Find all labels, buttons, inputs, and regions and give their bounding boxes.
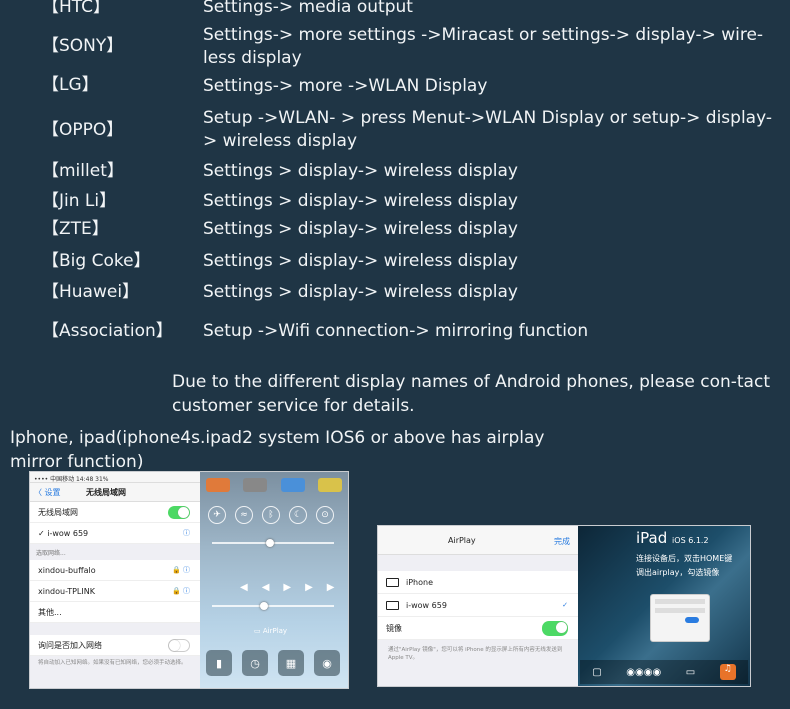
other-network-row[interactable]: 其他... (30, 602, 200, 623)
monitor-icon (386, 600, 399, 610)
camera-icon[interactable]: ◉ (314, 650, 340, 676)
ipad-brand: iPad iOS 6.1.2 (636, 529, 709, 547)
brand-label: 【Huawei】 (42, 282, 140, 302)
other-label: 其他... (38, 607, 62, 617)
app-icons-row (206, 478, 342, 496)
media-controls-icon[interactable]: ◉◉◉◉ (626, 667, 661, 678)
music-app-icon[interactable]: ♫ (719, 664, 736, 680)
wlan-label: 无线局域网 (38, 507, 78, 517)
volume-knob[interactable] (260, 602, 268, 610)
android-note: Due to the different display names of An… (172, 372, 770, 416)
ipad-home-screen: iPad iOS 6.1.2 连接设备后，双击HOME键 调出airplay，勾… (578, 526, 750, 686)
dock-bar: ▢ ◉◉◉◉ ▭ ♫ (580, 660, 748, 684)
nav-bar: 〈 设置 无线局域网 (30, 483, 200, 502)
airplay-label: AirPlay (262, 627, 288, 635)
instruction-text: Settings > display-> wireless display (203, 161, 518, 181)
checkmark-icon: ✓ (562, 601, 568, 609)
status-bar: •••• 中国移动 14:48 31% (30, 472, 200, 483)
instruction-text: Setup ->Wifi connection-> mirroring func… (203, 321, 589, 341)
flashlight-icon[interactable]: ▮ (206, 650, 232, 676)
instruction-text: Settings > display-> wireless display (203, 282, 518, 302)
wifi-settings-screen: •••• 中国移动 14:48 31% 〈 设置 无线局域网 无线局域网 ✓ i… (30, 472, 200, 688)
wlan-toggle[interactable] (168, 505, 190, 519)
ask-join-toggle[interactable] (168, 638, 190, 652)
mirroring-hint: 通过"AirPlay 镜像"，您可以将 iPhone 的显示屏上所有内容无线发送… (388, 647, 563, 661)
brand-label: 【Big Coke】 (42, 251, 151, 271)
device-label: i-wow 659 (406, 600, 447, 610)
network-label: xindou-buffalo (38, 565, 96, 575)
brightness-knob[interactable] (266, 539, 274, 547)
instruction-text: Settings > display-> wireless display (203, 251, 518, 271)
mirroring-label: 镜像 (386, 623, 402, 633)
popup-toggle (685, 617, 699, 623)
network-row[interactable]: xindou-TPLINK 🔒 ⓘ (30, 581, 200, 602)
app-icon (206, 478, 230, 492)
connected-network-label: ✓ i-wow 659 (38, 528, 89, 538)
brand-label: 【HTC】 (42, 0, 111, 17)
instruction-text: Settings > display-> wireless display (203, 191, 518, 211)
ipad-screenshot: AirPlay 完成 iPhone i-wow 659 ✓ 镜像 通过"AirP… (378, 526, 750, 686)
instruction-text: Settings-> media output (203, 0, 413, 17)
network-section-header: 选取网络... (30, 544, 200, 560)
brand-label: 【Jin Li】 (42, 191, 117, 211)
back-button[interactable]: 〈 设置 (34, 487, 86, 498)
ask-join-row: 询问是否加入网络 (30, 635, 200, 656)
brand-label: 【LG】 (42, 75, 99, 95)
brand-label: 【ZTE】 (42, 219, 109, 239)
popup-line (655, 608, 705, 613)
instruction-text: Settings-> more ->WLAN Display (203, 76, 488, 96)
info-icon[interactable]: ⓘ (183, 528, 190, 538)
connected-network-row[interactable]: ✓ i-wow 659 ⓘ (30, 523, 200, 544)
nav-title: 无线局域网 (86, 487, 126, 497)
device-label: iPhone (406, 577, 434, 587)
spacer (378, 555, 578, 571)
network-label: xindou-TPLINK (38, 586, 95, 596)
brand-label: 【SONY】 (42, 36, 124, 56)
airplay-icon: ▭ (254, 627, 261, 635)
calculator-icon[interactable]: ▦ (278, 650, 304, 676)
instruction-text: Settings > display-> wireless display (203, 219, 518, 239)
wifi-signal-icon: 🔒 ⓘ (172, 566, 190, 574)
app-switcher-icon[interactable]: ▢ (592, 667, 601, 678)
app-icon (243, 478, 268, 492)
instruction-text: Settings-> more settings ->Miracast or s… (203, 25, 764, 68)
brand-label: 【millet】 (42, 161, 124, 181)
volume-slider[interactable] (212, 605, 334, 607)
spacer (30, 623, 200, 635)
airplane-mode-icon[interactable]: ✈ (208, 506, 226, 524)
ask-join-label: 询问是否加入网络 (38, 640, 102, 650)
monitor-icon (386, 577, 399, 587)
brand-label: 【Association】 (42, 321, 173, 341)
ask-join-note: 将自动加入已知网络。如果没有已知网络，您必须手动选择。 (30, 656, 200, 670)
airplay-title: AirPlay (448, 536, 476, 545)
mirroring-row: 镜像 (378, 617, 578, 640)
bluetooth-icon[interactable]: ᛒ (262, 506, 280, 524)
airplay-header: AirPlay 完成 (378, 526, 578, 555)
airplay-button[interactable]: ▭ AirPlay (254, 627, 287, 635)
playback-controls[interactable]: ◀◀▶▶▶ (240, 582, 348, 593)
mirroring-toggle[interactable] (542, 620, 568, 636)
iphone-screenshot: •••• 中国移动 14:48 31% 〈 设置 无线局域网 无线局域网 ✓ i… (30, 472, 348, 688)
ipad-instruction: 连接设备后，双击HOME键 调出airplay，勾选镜像 (636, 554, 733, 577)
instruction-text: Setup ->WLAN- > press Menut->WLAN Displa… (203, 108, 772, 151)
popup-line (655, 599, 705, 604)
app-icon (280, 478, 305, 492)
ios-heading: Iphone, ipad(iphone4s.ipad2 system IOS6 … (10, 428, 545, 472)
rotation-lock-icon[interactable]: ⊙ (316, 506, 334, 524)
control-center-screen: ✈ ≈ ᛒ ☾ ⊙ ◀◀▶▶▶ ▭ AirPlay ▮ ◷ ▦ ◉ (200, 472, 348, 688)
airplay-icon[interactable]: ▭ (686, 667, 695, 678)
app-icon (317, 478, 342, 492)
clock-icon[interactable]: ◷ (242, 650, 268, 676)
airplay-popup-thumbnail (650, 594, 710, 642)
brand-label: 【OPPO】 (42, 120, 124, 140)
wifi-icon[interactable]: ≈ (235, 506, 253, 524)
do-not-disturb-icon[interactable]: ☾ (289, 506, 307, 524)
wlan-row: 无线局域网 (30, 502, 200, 523)
airplay-device-row[interactable]: i-wow 659 ✓ (378, 594, 578, 617)
airplay-device-row[interactable]: iPhone (378, 571, 578, 594)
airplay-screen: AirPlay 完成 iPhone i-wow 659 ✓ 镜像 通过"AirP… (378, 526, 578, 686)
done-button[interactable]: 完成 (554, 536, 570, 547)
network-row[interactable]: xindou-buffalo 🔒 ⓘ (30, 560, 200, 581)
wifi-signal-icon: 🔒 ⓘ (172, 587, 190, 595)
